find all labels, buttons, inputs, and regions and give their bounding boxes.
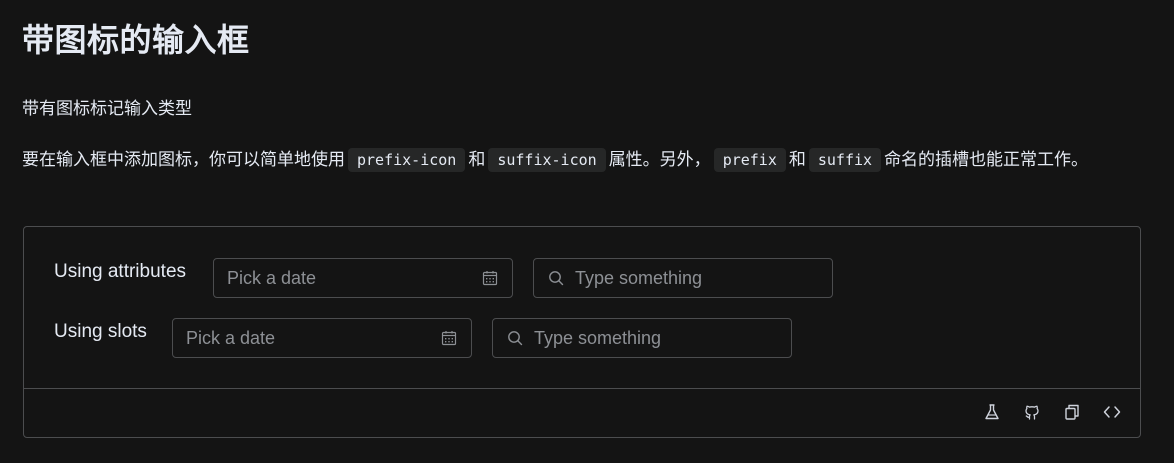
search-input-attributes[interactable]: Type something [533,258,833,298]
code-icon [1103,406,1121,418]
row-label-attributes: Using attributes [54,261,187,282]
description-text: 命名的插槽也能正常工作。 [884,150,1089,170]
code-suffix-icon: suffix-icon [488,148,606,172]
code-prefix-icon: prefix-icon [348,148,466,172]
view-source-button[interactable] [1102,402,1122,422]
date-input-attributes[interactable]: Pick a date [213,258,513,298]
description-text: 和 [468,150,486,170]
demo-divider [24,388,1140,389]
calendar-icon [441,331,457,346]
description-text: 要在输入框中添加图标，你可以简单地使用 [22,150,345,170]
search-icon [549,271,564,286]
copy-button[interactable] [1062,402,1082,422]
page-subtitle: 带有图标标记输入类型 [22,99,192,119]
search-input-slots[interactable]: Type something [492,318,792,358]
description-text: 属性。另外， [608,150,711,170]
playground-button[interactable] [982,402,1002,422]
demo-block: Using attributes Pick a date Type someth… [23,226,1141,438]
date-placeholder: Pick a date [186,328,276,348]
page-title: 带图标的输入框 [22,21,250,59]
date-input-slots[interactable]: Pick a date [172,318,472,358]
search-placeholder: Type something [534,328,662,348]
description-text: 和 [788,150,806,170]
flask-icon [985,404,999,420]
github-icon [1025,405,1039,420]
demo-toolbar [982,402,1122,426]
search-icon [508,331,523,346]
github-button[interactable] [1022,402,1042,422]
demo-body: Using attributes Pick a date Type someth… [24,227,1140,388]
row-label-slots: Using slots [54,321,147,342]
page-description: 要在输入框中添加图标，你可以简单地使用 prefix-icon 和 suffix-ic… [22,145,1152,175]
page: 带图标的输入框 带有图标标记输入类型 要在输入框中添加图标，你可以简单地使用 pr… [0,0,1174,463]
code-prefix: prefix [713,148,786,172]
date-placeholder: Pick a date [227,268,317,288]
code-suffix: suffix [808,148,882,172]
copy-icon [1065,404,1079,420]
calendar-icon [482,271,498,286]
search-placeholder: Type something [575,268,703,288]
